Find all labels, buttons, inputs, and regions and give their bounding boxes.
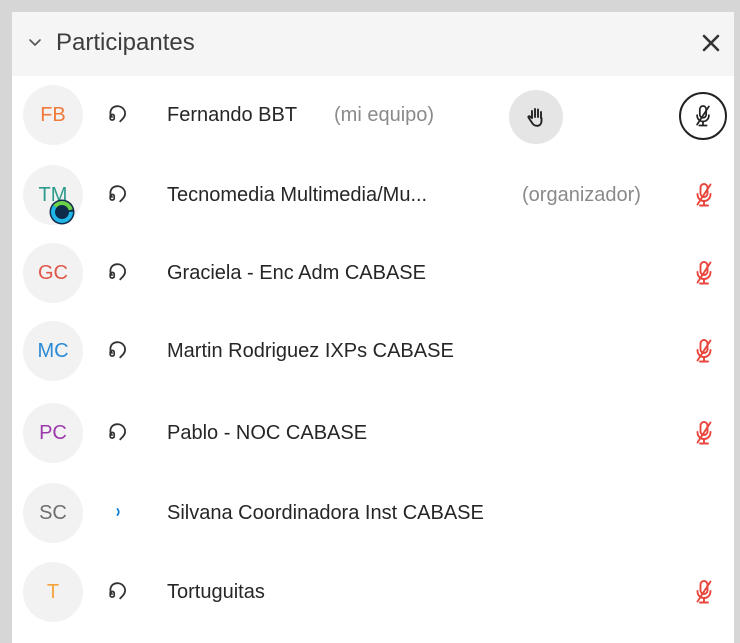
avatar-initials: MC xyxy=(37,340,69,362)
participant-row[interactable]: PC Pablo - NOC CABASE xyxy=(12,394,734,474)
chevron-down-icon[interactable] xyxy=(27,34,43,50)
participant-row[interactable]: T Tortuguitas xyxy=(12,553,734,633)
avatar-initials: SC xyxy=(39,502,67,524)
avatar: T xyxy=(23,562,83,622)
participant-name: Silvana Coordinadora Inst CABASE xyxy=(167,502,484,524)
participant-row[interactable]: SC Silvana Coordinadora Inst CABASE xyxy=(12,474,734,554)
participant-name: Fernando BBT xyxy=(167,104,298,126)
avatar-initials: GC xyxy=(38,262,68,284)
avatar-initials: T xyxy=(46,581,60,603)
raised-hand-icon xyxy=(527,108,543,127)
avatar: FB xyxy=(23,85,83,145)
avatar-initials: PC xyxy=(39,422,67,444)
participant-name: Tecnomedia Multimedia/Mu... xyxy=(167,184,428,206)
avatar: GC xyxy=(23,243,83,303)
microphone-muted-icon[interactable] xyxy=(693,579,715,605)
close-button[interactable] xyxy=(694,26,728,60)
panel-title: Participantes xyxy=(56,29,195,56)
participant-row[interactable]: FB Fernando BBT (mi equipo) xyxy=(12,76,734,156)
avatar: PC xyxy=(23,403,83,463)
microphone-muted-icon[interactable] xyxy=(693,182,715,208)
participant-name: Pablo - NOC CABASE xyxy=(167,422,368,444)
microphone-muted-icon[interactable] xyxy=(693,338,715,364)
microphone-muted-icon[interactable] xyxy=(693,420,715,446)
participant-name: Martin Rodriguez IXPs CABASE xyxy=(167,340,454,362)
avatar: SC xyxy=(23,483,83,543)
raised-hand-button[interactable] xyxy=(509,90,563,144)
microphone-muted-icon[interactable] xyxy=(693,260,715,286)
participants-panel: Participantes FB Fernando BBT (mi equipo) T… xyxy=(0,0,740,643)
headset-icon xyxy=(107,339,129,361)
mute-toggle-button[interactable] xyxy=(679,92,727,140)
headset-icon xyxy=(107,421,129,443)
audio-connecting-icon xyxy=(116,508,120,516)
participant-role-tag: (mi equipo) xyxy=(334,104,435,126)
participant-role-tag: (organizador) xyxy=(522,184,641,206)
headset-icon xyxy=(107,580,129,602)
participant-row[interactable]: MC Martin Rodriguez IXPs CABASE xyxy=(12,312,734,392)
microphone-muted-icon xyxy=(693,104,713,128)
participant-row[interactable]: TM Tecnomedia Multimedia/Mu... (organizado… xyxy=(12,156,734,236)
avatar-initials: FB xyxy=(40,104,66,126)
participant-name: Tortuguitas xyxy=(167,581,265,603)
headset-icon xyxy=(107,183,129,205)
panel-header: Participantes xyxy=(12,12,734,76)
close-icon xyxy=(702,34,720,52)
webex-badge-icon xyxy=(49,199,75,225)
avatar: MC xyxy=(23,321,83,381)
participant-row[interactable]: GC Graciela - Enc Adm CABASE xyxy=(12,234,734,314)
participants-card: Participantes FB Fernando BBT (mi equipo) T… xyxy=(12,12,734,643)
headset-icon xyxy=(107,103,129,125)
participant-name: Graciela - Enc Adm CABASE xyxy=(167,262,426,284)
headset-icon xyxy=(107,261,129,283)
